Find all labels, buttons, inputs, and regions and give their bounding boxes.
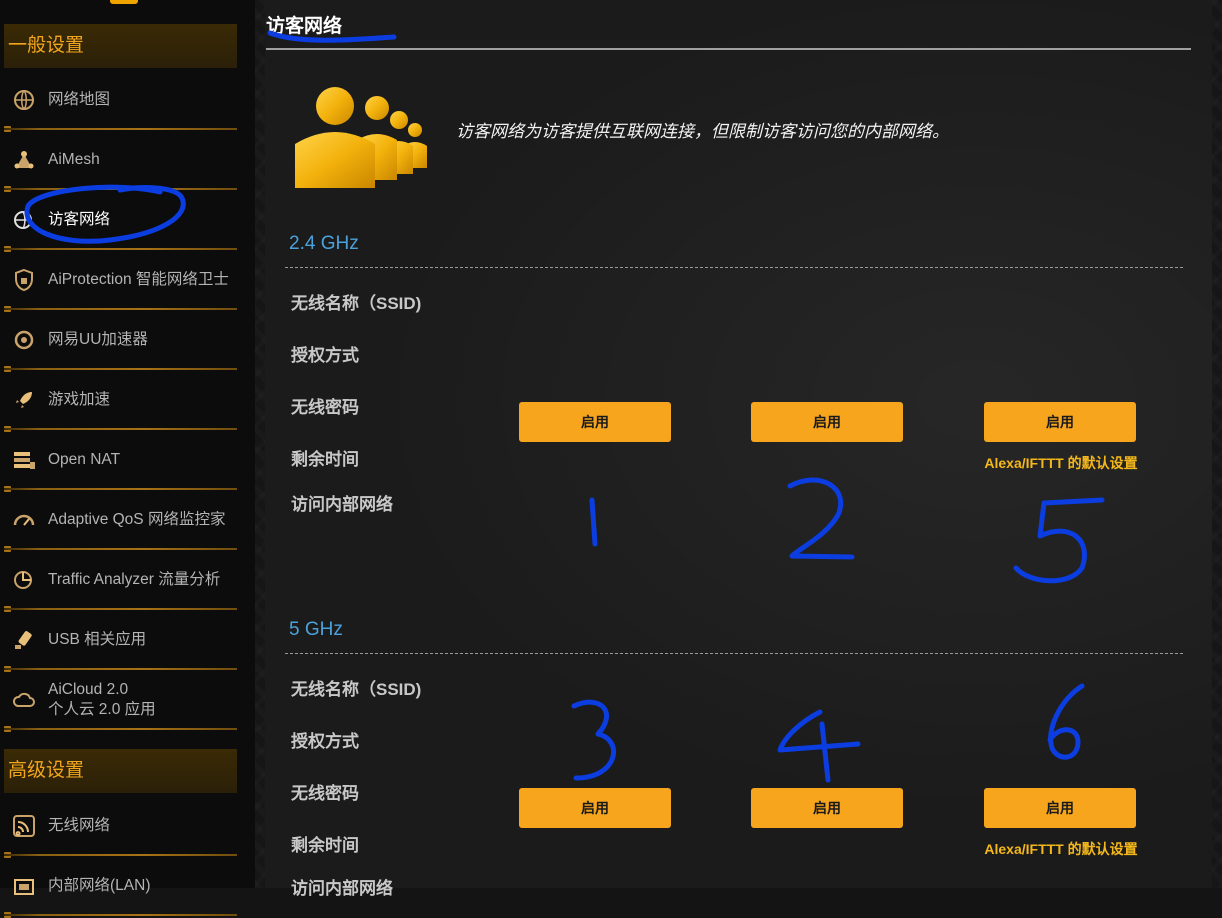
sidebar-item-open-nat[interactable]: Open NAT bbox=[0, 430, 240, 492]
sidebar-item-aimesh[interactable]: AiMesh bbox=[0, 130, 240, 192]
sidebar-item-lan[interactable]: 内部网络(LAN) bbox=[0, 856, 240, 918]
advanced-settings-header: 高级设置 bbox=[4, 749, 237, 793]
enable-button-2-4ghz-2[interactable]: 启用 bbox=[751, 402, 903, 442]
sidebar-top-tab bbox=[110, 0, 138, 4]
row-label-password: 无线密码 bbox=[291, 784, 359, 803]
sidebar-item-label: 内部网络(LAN) bbox=[48, 877, 151, 894]
enable-button-5ghz-2[interactable]: 启用 bbox=[751, 788, 903, 828]
uu-accelerator-icon bbox=[11, 327, 37, 353]
sidebar-item-label: AiProtection 智能网络卫士 bbox=[48, 271, 229, 288]
row-label-remaining-time: 剩余时间 bbox=[291, 836, 359, 855]
sidebar-item-label: Adaptive QoS 网络监控家 bbox=[48, 511, 226, 528]
shield-icon bbox=[11, 267, 37, 293]
guest-network-icon bbox=[11, 207, 37, 233]
network-map-icon bbox=[11, 87, 37, 113]
lan-icon bbox=[11, 873, 37, 899]
enable-button-5ghz-1[interactable]: 启用 bbox=[519, 788, 671, 828]
enable-button-2-4ghz-1[interactable]: 启用 bbox=[519, 402, 671, 442]
alexa-ifttt-note: Alexa/IFTTT 的默认设置 bbox=[984, 455, 1138, 471]
aicloud-line1: AiCloud 2.0 bbox=[48, 681, 129, 698]
sidebar-item-label: 访客网络 bbox=[48, 211, 111, 228]
sidebar-item-label: Open NAT bbox=[48, 451, 121, 468]
row-label-auth-method: 授权方式 bbox=[291, 346, 359, 365]
sidebar: 一般设置 网络地图 AiMesh 访客网络 AiProtection 智能网络卫… bbox=[0, 0, 255, 918]
sidebar-item-adaptive-qos[interactable]: Adaptive QoS 网络监控家 bbox=[0, 490, 240, 552]
sidebar-item-uu-accelerator[interactable]: 网易UU加速器 bbox=[0, 310, 240, 372]
cloud-icon bbox=[11, 687, 37, 713]
sidebar-item-usb[interactable]: USB 相关应用 bbox=[0, 610, 240, 672]
band-divider bbox=[285, 267, 1183, 268]
rocket-icon bbox=[11, 387, 37, 413]
row-label-ssid: 无线名称（SSID) bbox=[291, 294, 422, 313]
sidebar-item-aiprotection[interactable]: AiProtection 智能网络卫士 bbox=[0, 250, 240, 312]
sidebar-item-traffic-analyzer[interactable]: Traffic Analyzer 流量分析 bbox=[0, 550, 240, 612]
sidebar-item-aicloud[interactable]: AiCloud 2.0 个人云 2.0 应用 bbox=[0, 670, 240, 732]
band-title-5ghz: 5 GHz bbox=[289, 619, 343, 640]
sidebar-item-wireless[interactable]: 无线网络 bbox=[0, 796, 240, 858]
alexa-ifttt-note: Alexa/IFTTT 的默认设置 bbox=[984, 841, 1138, 857]
aimesh-icon bbox=[11, 147, 37, 173]
aicloud-line2: 个人云 2.0 应用 bbox=[48, 701, 156, 718]
general-settings-header: 一般设置 bbox=[4, 24, 237, 68]
sidebar-item-label: AiMesh bbox=[48, 151, 100, 168]
gauge-icon bbox=[11, 507, 37, 533]
sidebar-item-label: 网易UU加速器 bbox=[48, 331, 148, 348]
row-label-auth-method: 授权方式 bbox=[291, 732, 359, 751]
enable-button-2-4ghz-3[interactable]: 启用 bbox=[984, 402, 1136, 442]
title-divider bbox=[266, 48, 1191, 50]
traffic-analyzer-icon bbox=[11, 567, 37, 593]
guest-people-icon bbox=[293, 86, 431, 193]
sidebar-item-label: Traffic Analyzer 流量分析 bbox=[48, 571, 221, 588]
row-label-remaining-time: 剩余时间 bbox=[291, 450, 359, 469]
row-label-password: 无线密码 bbox=[291, 398, 359, 417]
enable-button-5ghz-3[interactable]: 启用 bbox=[984, 788, 1136, 828]
sidebar-item-label: 网络地图 bbox=[48, 91, 111, 108]
wireless-icon bbox=[11, 813, 37, 839]
row-label-intranet-access: 访问内部网络 bbox=[291, 495, 393, 514]
sidebar-item-game-boost[interactable]: 游戏加速 bbox=[0, 370, 240, 432]
row-label-intranet-access: 访问内部网络 bbox=[291, 879, 393, 898]
page-description: 访客网络为访客提供互联网连接，但限制访客访问您的内部网络。 bbox=[456, 122, 949, 141]
open-nat-icon bbox=[11, 447, 37, 473]
sidebar-item-label: 无线网络 bbox=[48, 817, 111, 834]
sidebar-item-guest-network[interactable]: 访客网络 bbox=[0, 190, 240, 252]
sidebar-item-label: 游戏加速 bbox=[48, 391, 111, 408]
band-divider bbox=[285, 653, 1183, 654]
sidebar-item-label: USB 相关应用 bbox=[48, 631, 147, 648]
sidebar-item-label: AiCloud 2.0 个人云 2.0 应用 bbox=[48, 680, 156, 720]
row-label-ssid: 无线名称（SSID) bbox=[291, 680, 422, 699]
page-title: 访客网络 bbox=[266, 16, 343, 37]
sidebar-item-network-map[interactable]: 网络地图 bbox=[0, 70, 240, 132]
usb-icon bbox=[11, 627, 37, 653]
band-title-2-4ghz: 2.4 GHz bbox=[289, 233, 359, 254]
